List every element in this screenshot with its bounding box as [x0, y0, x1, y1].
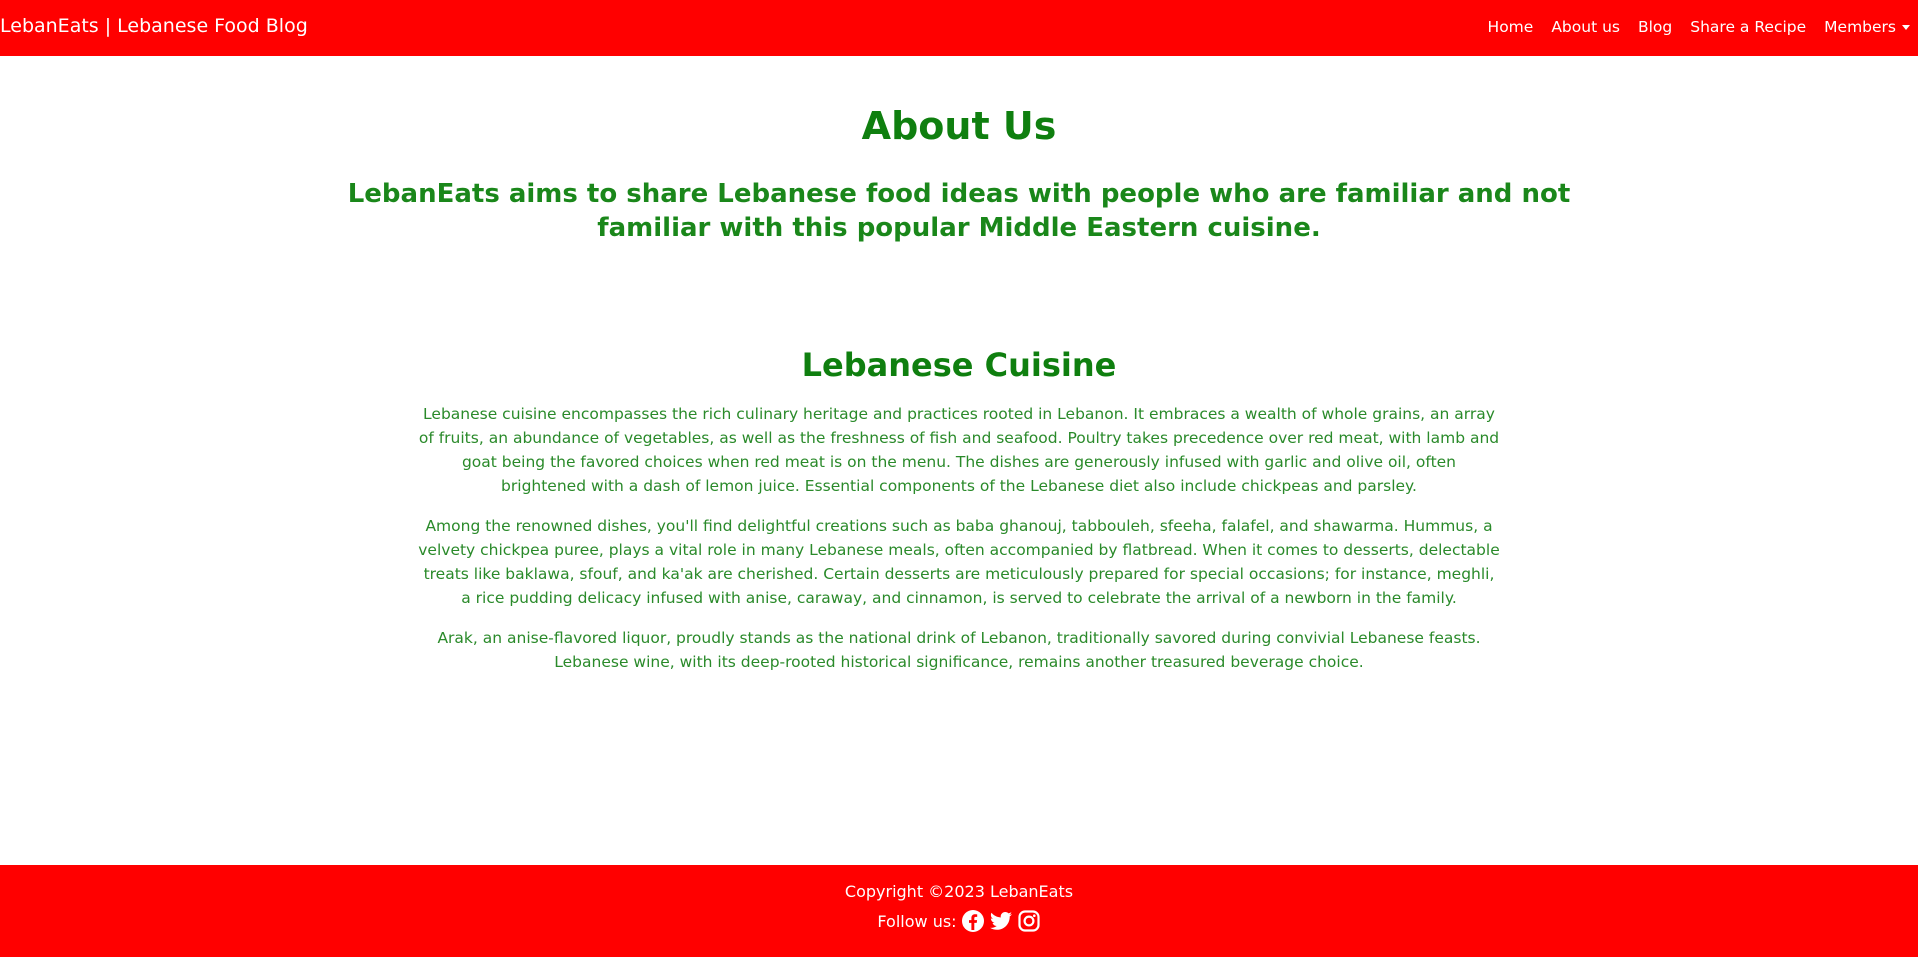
nav-link-about-us[interactable]: About us [1551, 18, 1620, 36]
footer: Copyright ©2023 LebanEats Follow us: [0, 865, 1918, 957]
social-links [961, 909, 1041, 933]
nav-link-blog[interactable]: Blog [1638, 18, 1672, 36]
caret-down-icon [1902, 25, 1910, 30]
about-tagline: LebanEats aims to share Lebanese food id… [347, 179, 1571, 243]
site-brand[interactable]: LebanEats | Lebanese Food Blog [0, 15, 308, 37]
cuisine-paragraph: Arak, an anise-flavored liquor, proudly … [437, 629, 1481, 671]
navbar: LebanEats | Lebanese Food Blog Home Abou… [0, 0, 1918, 56]
follow-label: Follow us: [877, 911, 957, 931]
facebook-icon[interactable] [961, 909, 985, 933]
members-dropdown-toggle[interactable]: Members [1824, 18, 1910, 36]
nav-link-share-recipe[interactable]: Share a Recipe [1690, 18, 1806, 36]
follow-us: Follow us: [0, 909, 1918, 933]
instagram-icon[interactable] [1017, 909, 1041, 933]
cuisine-text: Lebanese cuisine encompasses the rich cu… [418, 402, 1500, 690]
section-heading-cuisine: Lebanese Cuisine [801, 346, 1117, 384]
cuisine-paragraph: Lebanese cuisine encompasses the rich cu… [418, 405, 1500, 495]
cuisine-paragraph: Among the renowned dishes, you'll find d… [418, 517, 1500, 607]
nav-links: Home About us Blog Share a Recipe Member… [1488, 18, 1910, 36]
nav-link-home[interactable]: Home [1488, 18, 1534, 36]
twitter-icon[interactable] [989, 909, 1013, 933]
copyright-text: Copyright ©2023 LebanEats [844, 882, 1074, 901]
members-label: Members [1824, 18, 1896, 36]
page-title: About Us [861, 104, 1057, 148]
